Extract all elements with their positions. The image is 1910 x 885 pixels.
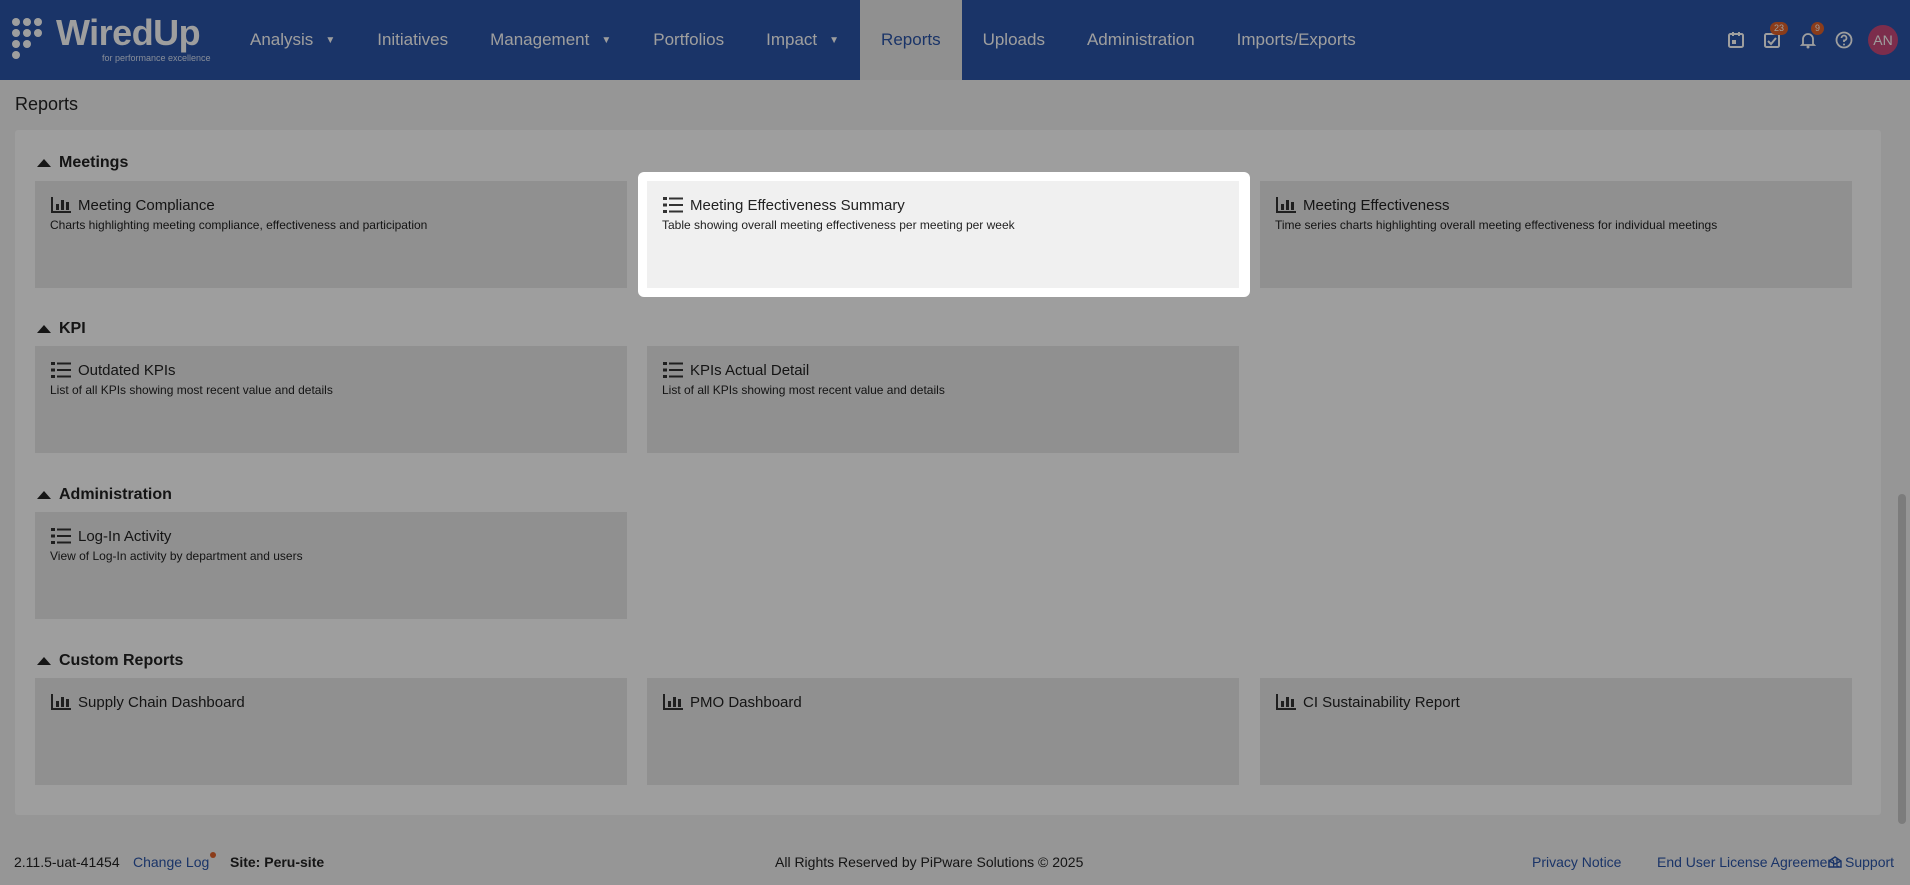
card-title: Meeting Compliance — [78, 196, 215, 214]
main-nav: Analysis ▼ Initiatives Management ▼ Portfo… — [229, 0, 1377, 80]
bar-chart-icon — [51, 694, 71, 710]
report-card-outdated-kpis[interactable]: Outdated KPIs List of all KPIs showing m… — [35, 346, 627, 453]
list-icon — [663, 197, 683, 213]
bar-chart-icon — [51, 197, 71, 213]
caret-down-icon: ▼ — [829, 34, 840, 46]
tasks-icon[interactable]: 23 — [1754, 22, 1790, 58]
list-icon — [51, 362, 71, 378]
wiredup-logo[interactable]: WiredUp for performance excellence — [12, 12, 217, 66]
nav-label: Impact — [766, 30, 818, 49]
nav-label: Imports/Exports — [1236, 30, 1356, 49]
report-card-supply-chain-dashboard[interactable]: Supply Chain Dashboard — [35, 678, 627, 785]
user-avatar[interactable]: AN — [1868, 25, 1898, 55]
section-title: Meetings — [59, 154, 129, 171]
toolbar-right: 23 9 AN — [1718, 0, 1910, 80]
support-label: Support — [1845, 853, 1895, 870]
bell-icon[interactable]: 9 — [1790, 22, 1826, 58]
card-title: Log-In Activity — [78, 527, 172, 545]
report-card-pmo-dashboard[interactable]: PMO Dashboard — [647, 678, 1239, 785]
notifications-badge: 9 — [1810, 22, 1824, 35]
section-meetings-header[interactable]: Meetings — [37, 154, 128, 172]
collapse-triangle-icon — [37, 491, 51, 499]
section-custom-reports-header[interactable]: Custom Reports — [37, 652, 183, 670]
eula-link[interactable]: End User License Agreement — [1657, 854, 1839, 870]
section-title: Custom Reports — [59, 652, 184, 669]
section-kpi-header[interactable]: KPI — [37, 320, 86, 338]
report-card-log-in-activity[interactable]: Log-In Activity View of Log-In activity … — [35, 512, 627, 619]
report-card-meeting-effectiveness-summary[interactable]: Meeting Effectiveness Summary Table show… — [647, 181, 1239, 288]
card-description: List of all KPIs showing most recent val… — [50, 383, 333, 397]
card-description: List of all KPIs showing most recent val… — [662, 383, 945, 397]
card-title: PMO Dashboard — [690, 693, 802, 711]
card-description: Time series charts highlighting overall … — [1275, 218, 1718, 232]
section-title: Administration — [59, 486, 172, 503]
card-title: KPIs Actual Detail — [690, 361, 810, 379]
report-card-kpis-actual-detail[interactable]: KPIs Actual Detail List of all KPIs show… — [647, 346, 1239, 453]
report-card-meeting-effectiveness[interactable]: Meeting Effectiveness Time series charts… — [1260, 181, 1852, 288]
privacy-notice-link[interactable]: Privacy Notice — [1532, 854, 1621, 870]
card-title: Meeting Effectiveness Summary — [690, 196, 905, 214]
bar-chart-icon — [1276, 694, 1296, 710]
tasks-badge: 23 — [1769, 22, 1788, 35]
brand-tagline: for performance excellence — [102, 53, 211, 63]
section-title: KPI — [59, 320, 86, 337]
footer: 2.11.5-uat-41454 Change Log Site: Peru-s… — [0, 838, 1910, 885]
collapse-triangle-icon — [37, 159, 51, 167]
card-description: Table showing overall meeting effectiven… — [662, 218, 1015, 232]
card-title: Outdated KPIs — [78, 361, 176, 379]
card-title: Supply Chain Dashboard — [78, 693, 245, 711]
report-card-meeting-compliance[interactable]: Meeting Compliance Charts highlighting m… — [35, 181, 627, 288]
nav-label: Reports — [881, 30, 941, 49]
page-title: Reports — [15, 94, 79, 114]
version-label: 2.11.5-uat-41454 — [14, 853, 120, 870]
bar-chart-icon — [663, 694, 683, 710]
logo-dots-icon — [12, 18, 52, 59]
support-link[interactable]: Support — [1828, 854, 1894, 870]
card-title: Meeting Effectiveness — [1303, 196, 1450, 214]
nav-imports-exports[interactable]: Imports/Exports — [1216, 0, 1377, 80]
nav-label: Administration — [1086, 30, 1195, 49]
collapse-triangle-icon — [37, 657, 51, 665]
site-label: Site: Peru-site — [230, 853, 325, 870]
help-icon[interactable] — [1826, 22, 1862, 58]
nav-uploads[interactable]: Uploads — [962, 0, 1066, 80]
section-administration-header[interactable]: Administration — [37, 486, 172, 504]
support-icon — [1828, 855, 1842, 868]
nav-label: Initiatives — [377, 30, 449, 49]
nav-reports[interactable]: Reports — [860, 0, 962, 80]
card-title: CI Sustainability Report — [1303, 693, 1460, 711]
bar-chart-icon — [1276, 197, 1296, 213]
nav-management[interactable]: Management ▼ — [469, 0, 632, 80]
card-description: View of Log-In activity by department an… — [50, 549, 303, 563]
collapse-triangle-icon — [37, 325, 51, 333]
page-scrollbar[interactable] — [1898, 494, 1906, 824]
caret-down-icon: ▼ — [601, 34, 612, 46]
nav-administration[interactable]: Administration — [1066, 0, 1216, 80]
nav-label: Management — [490, 30, 590, 49]
new-dot-icon — [210, 851, 217, 858]
nav-portfolios[interactable]: Portfolios — [632, 0, 745, 80]
brand-name: WiredUp — [56, 12, 201, 53]
nav-label: Analysis — [250, 30, 314, 49]
nav-label: Portfolios — [653, 30, 725, 49]
calendar-icon[interactable] — [1718, 22, 1754, 58]
report-card-ci-sustainability-report[interactable]: CI Sustainability Report — [1260, 678, 1852, 785]
change-log-label: Change Log — [133, 853, 210, 870]
nav-impact[interactable]: Impact ▼ — [745, 0, 860, 80]
list-icon — [51, 528, 71, 544]
copyright: All Rights Reserved by PiPware Solutions… — [775, 853, 1084, 870]
nav-initiatives[interactable]: Initiatives — [356, 0, 469, 80]
card-description: Charts highlighting meeting compliance, … — [50, 218, 428, 232]
list-icon — [663, 362, 683, 378]
nav-label: Uploads — [982, 30, 1045, 49]
top-navigation-bar: WiredUp for performance excellence Analy… — [0, 0, 1910, 80]
nav-analysis[interactable]: Analysis ▼ — [229, 0, 356, 80]
caret-down-icon: ▼ — [325, 34, 336, 46]
change-log-link[interactable]: Change Log — [133, 851, 217, 870]
